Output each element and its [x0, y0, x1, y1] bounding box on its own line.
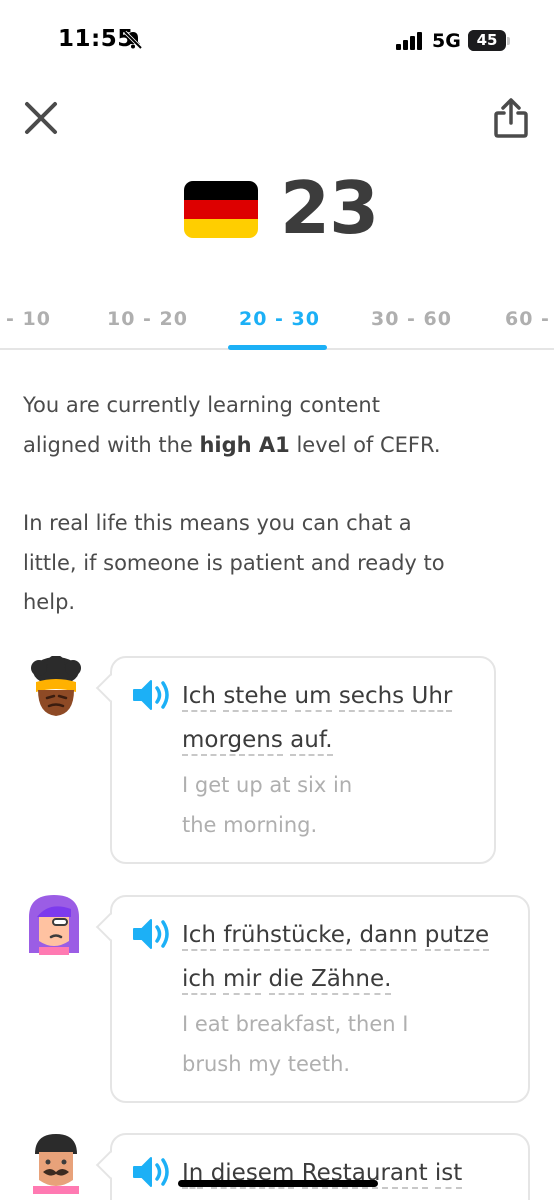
word[interactable]: Ich [182, 922, 217, 951]
speaker-icon[interactable] [132, 678, 172, 712]
tab-60-plus[interactable]: 60 - [505, 308, 550, 330]
word[interactable]: sechs [338, 683, 405, 712]
german-sentence: Ich frühstücke, dann putze ich mir die Z… [182, 913, 490, 1001]
share-icon [494, 98, 528, 138]
speaker-icon[interactable] [132, 1155, 172, 1189]
cefr-level: high A1 [199, 432, 290, 457]
score-value: 23 [280, 166, 379, 250]
word[interactable]: ist [434, 1160, 463, 1189]
battery-level-text: 45 [476, 31, 498, 49]
english-line: the morning. [182, 812, 318, 837]
home-indicator[interactable] [178, 1180, 378, 1187]
english-translation: I get up at six in the morning. [182, 766, 352, 845]
signal-icon [396, 32, 422, 50]
german-line: In diesem Restaurant ist [182, 1151, 463, 1195]
description-line: aligned with the high A1 level of CEFR. [23, 432, 441, 457]
german-line: ich mir die Zähne. [182, 957, 489, 1001]
woman-headscarf-avatar [31, 656, 81, 716]
status-bar: 11:55 5G 45 [0, 0, 554, 84]
word[interactable]: frühstücke, [223, 922, 353, 951]
tab-0-10[interactable]: - 10 [6, 308, 51, 330]
description-line: little, if someone is patient and ready … [23, 550, 445, 575]
purple-hair-avatar [29, 895, 79, 955]
close-button[interactable] [18, 95, 64, 141]
german-sentence: In diesem Restaurant ist [182, 1151, 463, 1195]
level-description: You are currently learning content align… [23, 386, 523, 465]
active-tab-indicator [228, 345, 327, 350]
bell-muted-icon [123, 30, 143, 50]
english-line: I eat breakfast, then I [182, 1012, 409, 1036]
germany-flag-icon [184, 181, 258, 238]
word[interactable]: um [294, 683, 332, 712]
word[interactable]: Zähne. [310, 966, 392, 995]
tab-10-20[interactable]: 10 - 20 [107, 308, 188, 330]
speaker-icon[interactable] [132, 917, 172, 951]
battery-icon: 45 [468, 30, 506, 51]
word[interactable]: Ich [182, 683, 217, 712]
tab-30-60[interactable]: 30 - 60 [371, 308, 452, 330]
word[interactable]: auf. [290, 727, 333, 756]
english-line: I get up at six in [182, 773, 353, 797]
share-button[interactable] [488, 93, 534, 143]
word[interactable]: Uhr [411, 683, 453, 712]
real-life-description: In real life this means you can chat a l… [23, 504, 523, 623]
german-line: Ich frühstücke, dann putze [182, 913, 490, 957]
example-bubble: Ich stehe um sechs Uhr morgens auf. I ge… [95, 656, 496, 864]
bubble-tail [95, 1150, 125, 1180]
word[interactable]: stehe [223, 683, 288, 712]
word[interactable]: die [268, 966, 304, 995]
example-bubble: Ich frühstücke, dann putze ich mir die Z… [95, 895, 530, 1103]
network-label: 5G [432, 30, 461, 52]
english-translation: I eat breakfast, then I brush my teeth. [182, 1005, 408, 1084]
word[interactable]: morgens [182, 727, 283, 756]
description-line: In real life this means you can chat a [23, 511, 412, 535]
bubble-tail [95, 912, 125, 942]
german-sentence: Ich stehe um sechs Uhr morgens auf. [182, 674, 453, 762]
german-line: Ich stehe um sechs Uhr [182, 674, 453, 718]
close-icon [25, 102, 57, 134]
description-line: help. [23, 590, 76, 614]
english-line: brush my teeth. [182, 1051, 351, 1076]
bubble-tail [95, 673, 125, 703]
battery-tip [507, 37, 510, 45]
example-bubble: In diesem Restaurant ist [95, 1133, 530, 1200]
word[interactable]: putze [424, 922, 490, 951]
word[interactable]: dann [359, 922, 418, 951]
description-line: You are currently learning content [23, 393, 380, 417]
tab-20-30[interactable]: 20 - 30 [239, 308, 320, 330]
word[interactable]: mir [222, 966, 262, 995]
mustache-man-avatar [33, 1134, 79, 1194]
word[interactable]: ich [182, 966, 216, 995]
german-line: morgens auf. [182, 718, 452, 762]
level-tabs: - 10 10 - 20 20 - 30 30 - 60 60 - [0, 300, 554, 350]
